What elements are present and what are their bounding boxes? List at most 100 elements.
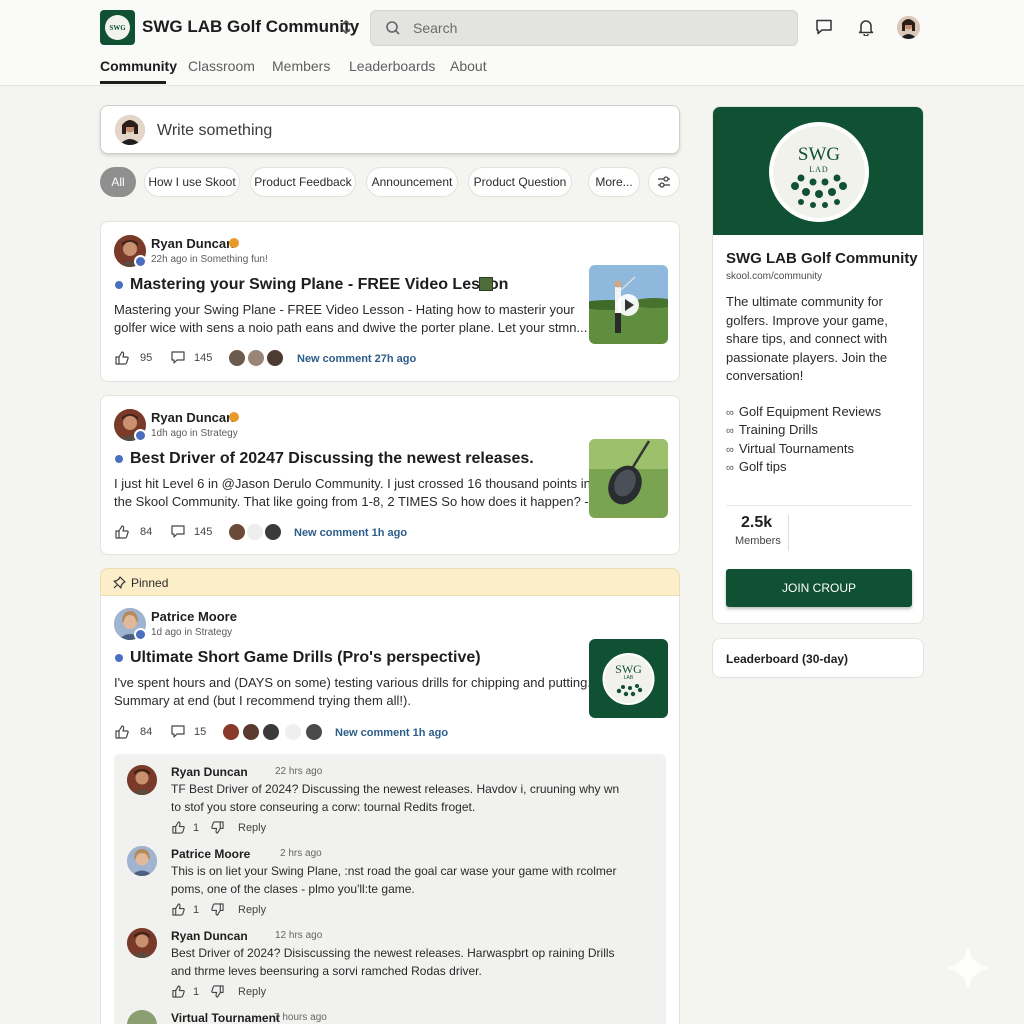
filter-announcement[interactable]: Announcement (366, 167, 458, 197)
community-description: conversation! (726, 368, 804, 383)
driver-thumbnail[interactable] (589, 439, 668, 518)
pinned-banner: Pinned (100, 568, 680, 596)
filter-all[interactable]: All (100, 167, 136, 197)
search-input[interactable]: Search (413, 20, 457, 36)
comment-author[interactable]: Ryan Duncan (171, 929, 248, 943)
new-comment-link[interactable]: New comment 27h ago (297, 353, 416, 365)
filter-product-feedback[interactable]: Product Feedback (250, 167, 356, 197)
comment-dislike-icon[interactable] (211, 821, 224, 834)
composer-avatar (115, 115, 145, 145)
sidebar-link-training[interactable]: ∞ Training Drills (726, 422, 818, 437)
unread-dot (115, 654, 123, 662)
user-avatar[interactable] (897, 16, 920, 39)
post-card[interactable]: Ryan Duncan 1dh ago in Strategy Best Dri… (100, 395, 680, 555)
community-name[interactable]: SWG LAB Golf Community (142, 17, 359, 37)
community-description: passionate players. Join the (726, 349, 888, 365)
tab-community[interactable]: Community (100, 58, 177, 74)
like-icon[interactable] (115, 525, 129, 539)
chevron-switcher-icon[interactable] (338, 18, 354, 38)
leaderboard-card[interactable]: Leaderboard (30-day) (712, 638, 924, 678)
commenter-avatar (228, 349, 246, 367)
post-excerpt-line: I just hit Level 6 in @Jason Derulo Comm… (114, 476, 591, 491)
comment-like-icon[interactable] (172, 985, 185, 998)
post-excerpt-line: golfer wice with sens a noio path eans a… (114, 320, 588, 335)
post-meta: 1d ago in Strategy (151, 627, 233, 638)
member-count: 2.5k (741, 514, 773, 531)
post-title[interactable]: Best Driver of 20247 Discussing the newe… (130, 450, 534, 468)
sidebar-link-tips[interactable]: ∞ Golf tips (726, 459, 787, 474)
post-card[interactable]: Ryan Duncan 22h ago in Something fun! Ma… (100, 221, 680, 382)
comment-icon[interactable] (171, 351, 185, 364)
community-logo[interactable]: SWG (100, 10, 135, 45)
comment-author[interactable]: Patrice Moore (171, 847, 250, 861)
active-tab-indicator (100, 81, 166, 84)
verified-badge-icon (229, 412, 239, 422)
comment-avatar[interactable] (127, 846, 157, 876)
comment-avatar[interactable] (127, 765, 157, 795)
new-comment-link[interactable]: New comment 1h ago (335, 727, 448, 739)
post-title[interactable]: Mastering your Swing Plane - FREE Video … (130, 276, 508, 294)
tab-classroom[interactable]: Classroom (188, 58, 255, 74)
post-title[interactable]: Ultimate Short Game Drills (Pro's perspe… (130, 649, 481, 667)
comment-thread: Ryan Duncan 22 hrs ago TF Best Driver of… (114, 754, 666, 1024)
link-icon: ∞ (726, 425, 734, 437)
comment-author[interactable]: Ryan Duncan (171, 765, 248, 779)
community-description: share tips, and connect with (726, 331, 888, 346)
search-bar[interactable]: Search (370, 10, 798, 46)
reply-button[interactable]: Reply (238, 986, 266, 998)
comment-like-count: 1 (193, 986, 200, 998)
community-url[interactable]: skool.com/community (726, 271, 822, 282)
swg-logo-thumbnail[interactable]: SWG LAB (589, 639, 668, 718)
like-count: 84 (140, 726, 153, 738)
video-thumbnail[interactable] (589, 265, 668, 344)
new-comment-link[interactable]: New comment 1h ago (294, 527, 407, 539)
author-name[interactable]: Ryan Duncan (151, 410, 234, 425)
comment-author[interactable]: Virtual Tournament (171, 1011, 280, 1024)
post-excerpt-line: I've spent hours and (DAYS on some) test… (114, 675, 591, 690)
video-emoji-icon (479, 277, 493, 291)
comment-like-icon[interactable] (172, 821, 185, 834)
composer-placeholder: Write something (157, 122, 273, 139)
commenter-avatar (222, 723, 240, 741)
post-composer[interactable]: Write something (100, 105, 680, 154)
comment-like-count: 1 (193, 904, 200, 916)
author-name[interactable]: Ryan Duncan (151, 236, 234, 251)
author-name[interactable]: Patrice Moore (151, 609, 237, 624)
comment-avatar[interactable] (127, 928, 157, 958)
comment-time: 12 hrs ago (275, 930, 323, 941)
filter-settings-button[interactable] (648, 167, 680, 197)
filter-how-i-use-skoot[interactable]: How I use Skoot (144, 167, 240, 197)
comment-text: Best Driver of 2024? Disiscussing the ne… (171, 946, 615, 960)
tab-leaderboards[interactable]: Leaderboards (349, 58, 435, 74)
filter-product-question[interactable]: Product Question (468, 167, 572, 197)
chat-icon[interactable] (815, 19, 833, 35)
sidebar-link-equipment[interactable]: ∞ Golf Equipment Reviews (726, 404, 881, 419)
commenter-avatar (266, 349, 284, 367)
unread-dot (115, 281, 123, 289)
comment-icon[interactable] (171, 525, 185, 538)
tab-members[interactable]: Members (272, 58, 330, 74)
like-count: 84 (140, 526, 153, 538)
tab-about[interactable]: About (450, 58, 487, 74)
commenter-avatar (246, 523, 264, 541)
like-icon[interactable] (115, 351, 129, 365)
post-excerpt-line: Summary at end (but I recommend trying t… (114, 693, 411, 708)
comment-text: TF Best Driver of 2024? Discussing the n… (171, 782, 620, 796)
join-group-button[interactable]: JOIN CROUP (726, 569, 912, 607)
bell-icon[interactable] (858, 18, 874, 36)
filter-more[interactable]: More... (588, 167, 640, 197)
comment-avatar[interactable] (127, 1010, 157, 1024)
search-icon (386, 21, 400, 35)
sidebar-link-tournaments[interactable]: ∞ Virtual Tournaments (726, 441, 854, 456)
comment-like-icon[interactable] (172, 903, 185, 916)
like-count: 95 (140, 352, 153, 364)
reply-button[interactable]: Reply (238, 822, 266, 834)
comment-icon[interactable] (171, 725, 185, 738)
pinned-label: Pinned (131, 576, 169, 590)
comment-dislike-icon[interactable] (211, 903, 224, 916)
level-badge (134, 255, 147, 268)
logo-subtext: LAD (809, 165, 829, 174)
comment-dislike-icon[interactable] (211, 985, 224, 998)
reply-button[interactable]: Reply (238, 904, 266, 916)
like-icon[interactable] (115, 725, 129, 739)
